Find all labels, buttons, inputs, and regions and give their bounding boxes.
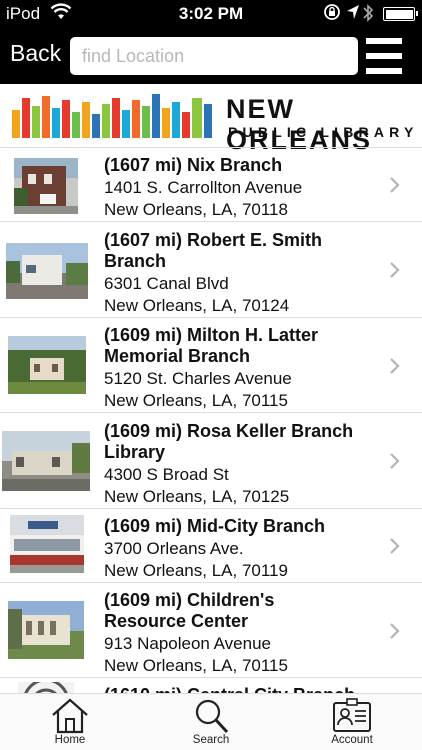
list-item-central-city-branch[interactable]: (1610 mi) Central City Branch [0, 678, 422, 693]
chevron-right-icon [390, 453, 400, 469]
branch-title-line-2: Library [104, 442, 166, 462]
branch-city: New Orleans, LA, 70118 [104, 200, 288, 219]
branch-photo [8, 336, 86, 394]
logo-subtitle: PUBLIC LIBRARY [228, 124, 419, 140]
branch-city: New Orleans, LA, 70119 [104, 561, 288, 580]
branch-title: (1609 mi) Mid-City Branch [104, 516, 326, 536]
branch-title-line-2: Memorial Branch [104, 346, 251, 366]
logo-color-bars [12, 94, 212, 138]
tab-home[interactable]: Home [30, 694, 110, 750]
magnifier-icon [195, 699, 229, 734]
branch-title: (1607 mi) Robert E. Smith [104, 230, 323, 250]
status-bar: iPod 3:02 PM [0, 0, 422, 28]
branch-address: 6301 Canal Blvd [104, 274, 229, 293]
branch-address: 3700 Orleans Ave. [104, 539, 244, 558]
branch-list[interactable]: (1607 mi) Nix Branch 1401 S. Carrollton … [0, 147, 422, 693]
tab-search[interactable]: Search [171, 694, 251, 750]
bluetooth-icon [362, 3, 374, 28]
branch-title-line-2: Resource Center [104, 611, 249, 631]
branch-photo [2, 431, 90, 491]
branch-city: New Orleans, LA, 70115 [104, 656, 288, 675]
chevron-right-icon [390, 177, 400, 193]
list-item-milton-h-latter-memorial-branch[interactable]: (1609 mi) Milton H. Latter Memorial Bran… [0, 318, 422, 413]
branch-title: (1609 mi) Children's [104, 590, 275, 610]
rotation-lock-icon [323, 3, 341, 26]
chevron-right-icon [390, 538, 400, 554]
list-item-robert-e-smith-branch[interactable]: (1607 mi) Robert E. Smith Branch 6301 Ca… [0, 222, 422, 318]
tab-home-label: Home [54, 734, 86, 746]
branch-title: (1610 mi) Central City Branch [104, 685, 374, 693]
tab-bar: Home Search Account [0, 693, 422, 750]
nav-bar: Back [0, 28, 422, 84]
list-item-mid-city-branch[interactable]: (1609 mi) Mid-City Branch 3700 Orleans A… [0, 509, 422, 583]
branch-city: New Orleans, LA, 70115 [104, 391, 288, 410]
branch-address: 4300 S Broad St [104, 465, 229, 484]
tab-account[interactable]: Account [312, 694, 392, 750]
hamburger-menu-icon[interactable] [366, 38, 402, 74]
tab-search-label: Search [192, 734, 230, 746]
branch-title: (1609 mi) Milton H. Latter [104, 325, 319, 345]
branch-address: 1401 S. Carrollton Avenue [104, 178, 303, 197]
account-card-icon [333, 698, 371, 732]
library-logo: NEW ORLEANS PUBLIC LIBRARY [0, 84, 422, 155]
search-input[interactable] [70, 37, 358, 75]
branch-city: New Orleans, LA, 70124 [104, 296, 290, 315]
branch-photo [18, 682, 74, 693]
list-item-nix-branch[interactable]: (1607 mi) Nix Branch 1401 S. Carrollton … [0, 148, 422, 222]
branch-photo [14, 158, 78, 214]
chevron-right-icon [390, 262, 400, 278]
branch-title: (1607 mi) Nix Branch [104, 155, 283, 175]
list-item-rosa-keller-branch-library[interactable]: (1609 mi) Rosa Keller Branch Library 430… [0, 413, 422, 509]
location-arrow-icon [345, 3, 361, 26]
branch-photo [8, 601, 84, 659]
tab-account-label: Account [331, 734, 373, 746]
branch-address: 5120 St. Charles Avenue [104, 369, 292, 388]
branch-city: New Orleans, LA, 70125 [104, 487, 290, 506]
battery-icon [383, 7, 418, 21]
branch-address: 913 Napoleon Avenue [104, 634, 272, 653]
home-icon [52, 698, 88, 734]
list-item-childrens-resource-center[interactable]: (1609 mi) Children's Resource Center 913… [0, 583, 422, 678]
branch-title: (1609 mi) Rosa Keller Branch [104, 421, 354, 441]
branch-photo [6, 243, 88, 299]
chevron-right-icon [390, 623, 400, 639]
chevron-right-icon [390, 358, 400, 374]
branch-photo [10, 515, 84, 573]
branch-title-line-2: Branch [104, 251, 167, 271]
back-button[interactable]: Back [10, 40, 61, 67]
